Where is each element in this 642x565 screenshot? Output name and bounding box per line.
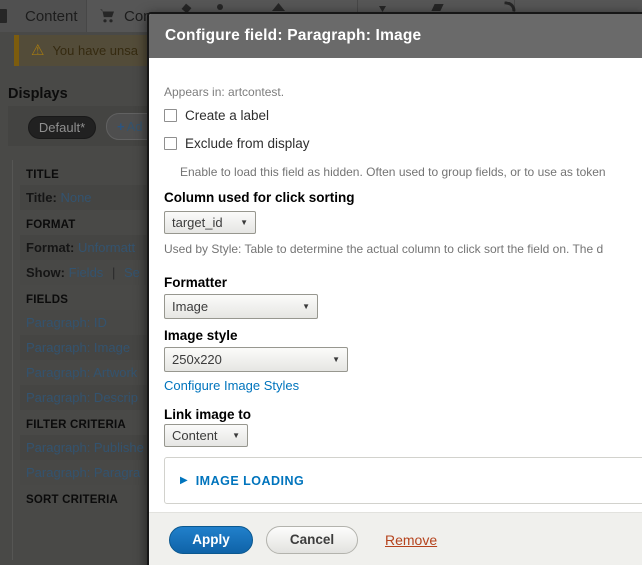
link-image-select[interactable]: Content ▼ bbox=[164, 424, 248, 447]
apply-button[interactable]: Apply bbox=[169, 526, 253, 554]
toolbar-tab-content[interactable]: Content bbox=[0, 0, 86, 32]
toolbar-icon-fragment bbox=[272, 3, 285, 11]
modal-title: Configure field: Paragraph: Image bbox=[165, 27, 422, 44]
field-row: Paragraph: ID bbox=[20, 310, 148, 335]
file-icon bbox=[0, 9, 7, 23]
section-heading-filter: FILTER CRITERIA bbox=[26, 419, 126, 431]
warning-text: You have unsa bbox=[52, 43, 138, 58]
formatter-select[interactable]: Image ▼ bbox=[164, 294, 318, 319]
section-heading-sort: SORT CRITERIA bbox=[26, 494, 119, 506]
cart-icon bbox=[99, 8, 116, 24]
dropdown-arrow-icon: ▼ bbox=[240, 218, 248, 227]
create-label-checkbox[interactable] bbox=[164, 109, 177, 122]
plus-icon: + bbox=[117, 119, 125, 134]
field-row: Paragraph: Artwork bbox=[20, 360, 148, 385]
toolbar-tab-label: Content bbox=[25, 7, 78, 25]
modal-footer: Apply Cancel Remove bbox=[149, 512, 642, 565]
modal-body: Appears in: artcontest. Create a label E… bbox=[149, 58, 642, 504]
appears-in-text: Appears in: artcontest. bbox=[164, 85, 285, 99]
exclude-display-checkbox[interactable] bbox=[164, 137, 177, 150]
select-value: 250x220 bbox=[172, 352, 222, 367]
field-row: Paragraph: Descrip bbox=[20, 385, 148, 410]
click-sort-description: Used by Style: Table to determine the ac… bbox=[164, 242, 604, 256]
screen: Content Con ⚠ You have unsa Displays Def… bbox=[0, 0, 642, 565]
filter-row: Paragraph: Publishe bbox=[20, 435, 148, 460]
click-sort-select[interactable]: target_id ▼ bbox=[164, 211, 256, 234]
select-value: Content bbox=[172, 428, 218, 443]
exclude-display-row: Exclude from display bbox=[164, 136, 310, 151]
field-link[interactable]: Paragraph: Artwork bbox=[26, 365, 137, 380]
show-fields-link[interactable]: Fields bbox=[69, 265, 104, 280]
format-link[interactable]: Unformatt bbox=[78, 240, 135, 255]
dropdown-arrow-icon: ▼ bbox=[332, 355, 340, 364]
collapsed-arrow-icon: ▶ bbox=[180, 475, 188, 486]
title-row: Title: None bbox=[20, 185, 148, 210]
section-heading-title: TITLE bbox=[26, 169, 59, 181]
select-value: Image bbox=[172, 299, 209, 314]
formatter-label: Formatter bbox=[164, 275, 228, 290]
modal-header[interactable]: Configure field: Paragraph: Image bbox=[149, 14, 642, 58]
create-label-text: Create a label bbox=[185, 108, 270, 123]
filter-link[interactable]: Paragraph: Publishe bbox=[26, 440, 144, 455]
image-loading-fieldset[interactable]: ▶ IMAGE LOADING bbox=[164, 457, 642, 504]
section-heading-format: FORMAT bbox=[26, 219, 76, 231]
warning-icon: ⚠ bbox=[31, 42, 45, 59]
filter-row: Paragraph: Paragra bbox=[20, 460, 148, 485]
toolbar-icon-fragment bbox=[217, 4, 223, 10]
select-value: target_id bbox=[172, 215, 223, 230]
displays-heading: Displays bbox=[8, 86, 68, 102]
image-style-select[interactable]: 250x220 ▼ bbox=[164, 347, 348, 372]
exclude-display-text: Exclude from display bbox=[185, 136, 310, 151]
create-label-row: Create a label bbox=[164, 108, 269, 123]
image-loading-label: IMAGE LOADING bbox=[195, 473, 305, 488]
field-row: Paragraph: Image bbox=[20, 335, 148, 360]
title-none-link[interactable]: None bbox=[60, 190, 91, 205]
format-row: Format: Unformatt bbox=[20, 235, 148, 260]
field-link[interactable]: Paragraph: ID bbox=[26, 315, 107, 330]
link-image-label: Link image to bbox=[164, 407, 252, 422]
remove-link[interactable]: Remove bbox=[385, 532, 437, 548]
unsaved-changes-warning: ⚠ You have unsa bbox=[14, 35, 164, 66]
cancel-button[interactable]: Cancel bbox=[266, 526, 358, 554]
image-style-label: Image style bbox=[164, 328, 238, 343]
filter-link[interactable]: Paragraph: Paragra bbox=[26, 465, 140, 480]
show-row: Show: Fields | Se bbox=[20, 260, 148, 285]
configure-field-modal: Configure field: Paragraph: Image Appear… bbox=[147, 12, 642, 565]
field-link[interactable]: Paragraph: Image bbox=[26, 340, 130, 355]
default-display-button[interactable]: Default* bbox=[28, 116, 96, 139]
dropdown-arrow-icon: ▼ bbox=[232, 431, 240, 440]
display-settings-panel: TITLE Title: None FORMAT Format: Unforma… bbox=[12, 160, 148, 560]
section-heading-fields: FIELDS bbox=[26, 294, 69, 306]
exclude-description: Enable to load this field as hidden. Oft… bbox=[180, 165, 606, 179]
configure-image-styles-link[interactable]: Configure Image Styles bbox=[164, 378, 299, 393]
displays-bar: Default* + Ad bbox=[8, 106, 168, 146]
toolbar-icon-fragment bbox=[431, 4, 444, 11]
click-sort-label: Column used for click sorting bbox=[164, 190, 355, 205]
show-settings-link[interactable]: Se bbox=[124, 265, 140, 280]
field-link[interactable]: Paragraph: Descrip bbox=[26, 390, 138, 405]
dropdown-arrow-icon: ▼ bbox=[302, 302, 310, 311]
